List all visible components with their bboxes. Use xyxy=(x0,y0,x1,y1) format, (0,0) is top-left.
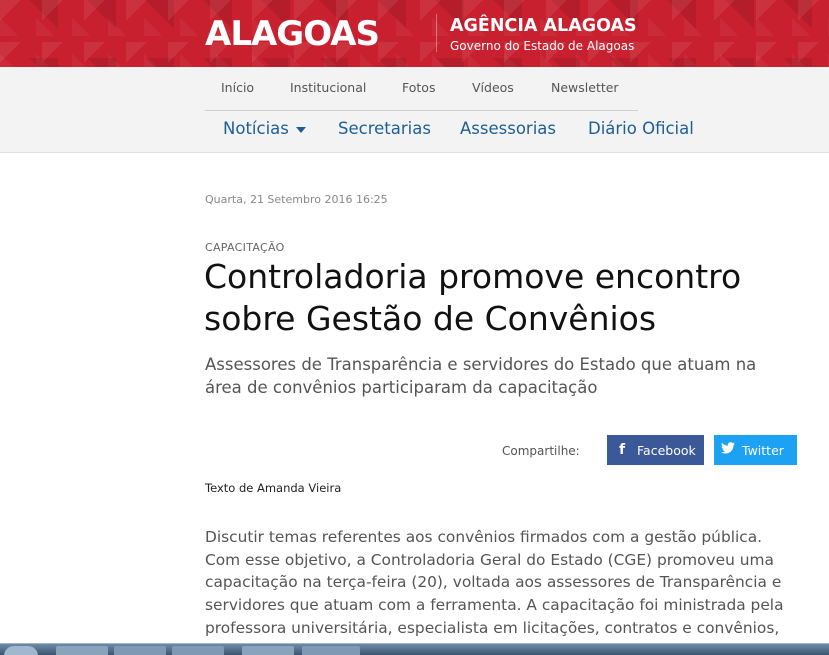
brand-divider xyxy=(436,14,437,52)
article-subtitle: Assessores de Transparência e servidores… xyxy=(205,355,757,397)
facebook-icon: f xyxy=(618,442,626,458)
taskbar-app-chrome[interactable] xyxy=(56,646,108,655)
nav-videos[interactable]: Vídeos xyxy=(472,80,514,95)
alagoas-logo[interactable]: ALAGOAS xyxy=(205,13,380,55)
nav-secretarias[interactable]: Secretarias xyxy=(338,119,431,138)
article-date: Quarta, 21 Setembro 2016 16:25 xyxy=(205,193,388,206)
title-line-1: Controladoria promove encontro xyxy=(204,257,742,296)
twitter-icon xyxy=(714,442,742,458)
twitter-share-button[interactable]: Twitter xyxy=(714,435,797,465)
nav-noticias[interactable]: Notícias xyxy=(223,119,306,138)
nav-newsletter[interactable]: Newsletter xyxy=(551,80,619,95)
chevron-down-icon xyxy=(295,126,306,133)
article-title: Controladoria promove encontro sobre Ges… xyxy=(204,256,804,340)
nav-assessorias[interactable]: Assessorias xyxy=(460,119,556,138)
agency-subtitle: Governo do Estado de Alagoas xyxy=(450,39,635,53)
navigation-bar: Início Institucional Fotos Vídeos Newsle… xyxy=(0,67,829,153)
twitter-label: Twitter xyxy=(742,442,784,458)
facebook-share-button[interactable]: f Facebook xyxy=(607,435,704,465)
nav-fotos[interactable]: Fotos xyxy=(402,80,435,95)
nav-inicio[interactable]: Início xyxy=(221,80,254,95)
facebook-label: Facebook xyxy=(637,442,696,458)
title-line-2: sobre Gestão de Convênios xyxy=(204,299,657,338)
article-author: Texto de Amanda Vieira xyxy=(205,481,342,495)
nav-diario-oficial[interactable]: Diário Oficial xyxy=(588,119,694,138)
article-body: Discutir temas referentes aos convênios … xyxy=(205,528,784,655)
share-label: Compartilhe: xyxy=(502,444,580,458)
start-button[interactable] xyxy=(4,646,38,655)
nav-divider xyxy=(205,110,638,111)
taskbar-app-folder[interactable] xyxy=(172,646,224,655)
os-taskbar xyxy=(0,643,829,655)
taskbar-app-editor[interactable] xyxy=(302,646,360,655)
header-banner: ALAGOAS AGÊNCIA ALAGOAS Governo do Estad… xyxy=(0,0,829,67)
taskbar-app-window[interactable] xyxy=(242,646,294,655)
article-category[interactable]: CAPACITAÇÃO xyxy=(205,241,285,254)
nav-institucional[interactable]: Institucional xyxy=(290,80,366,95)
nav-noticias-label: Notícias xyxy=(223,119,289,138)
top-nav: Início Institucional Fotos Vídeos Newsle… xyxy=(0,80,829,100)
agency-title[interactable]: AGÊNCIA ALAGOAS xyxy=(450,16,637,36)
taskbar-app-explorer[interactable] xyxy=(114,646,166,655)
